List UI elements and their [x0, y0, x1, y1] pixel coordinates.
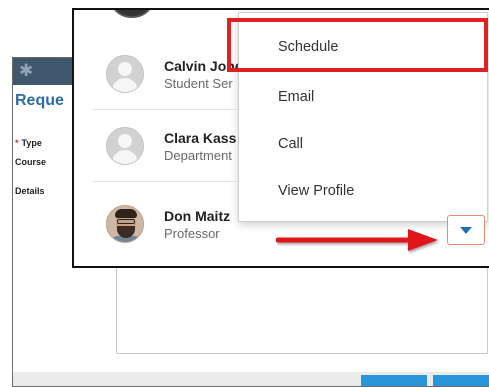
- default-avatar-icon: [106, 55, 144, 93]
- contact-actions-dropdown-button[interactable]: [447, 215, 485, 245]
- course-label: Course: [15, 157, 47, 167]
- contact-role: Professor: [164, 226, 220, 241]
- contact-role: Department: [164, 148, 232, 163]
- form-heading: Reque: [15, 92, 64, 109]
- contact-role: Student Ser: [164, 76, 233, 91]
- schedule-highlight-box: [227, 18, 488, 72]
- contact-name: Clara Kass: [164, 130, 237, 146]
- cancel-button[interactable]: [433, 375, 489, 386]
- form-footer: [13, 372, 489, 386]
- red-arrow-icon: [276, 229, 438, 251]
- menu-item-call[interactable]: Call: [240, 121, 486, 167]
- submit-button[interactable]: [361, 375, 427, 386]
- type-label: * Type: [15, 138, 42, 148]
- details-label: Details: [15, 186, 45, 196]
- menu-item-view-profile[interactable]: View Profile: [240, 168, 486, 214]
- default-avatar-icon: [106, 127, 144, 165]
- menu-item-email[interactable]: Email: [240, 74, 486, 120]
- avatar: [112, 10, 152, 18]
- caret-down-icon: [460, 227, 472, 234]
- app-logo-icon: ✱: [19, 61, 34, 80]
- required-asterisk-icon: *: [15, 138, 19, 148]
- profile-photo-avatar: [106, 205, 144, 243]
- contact-name: Don Maitz: [164, 208, 231, 224]
